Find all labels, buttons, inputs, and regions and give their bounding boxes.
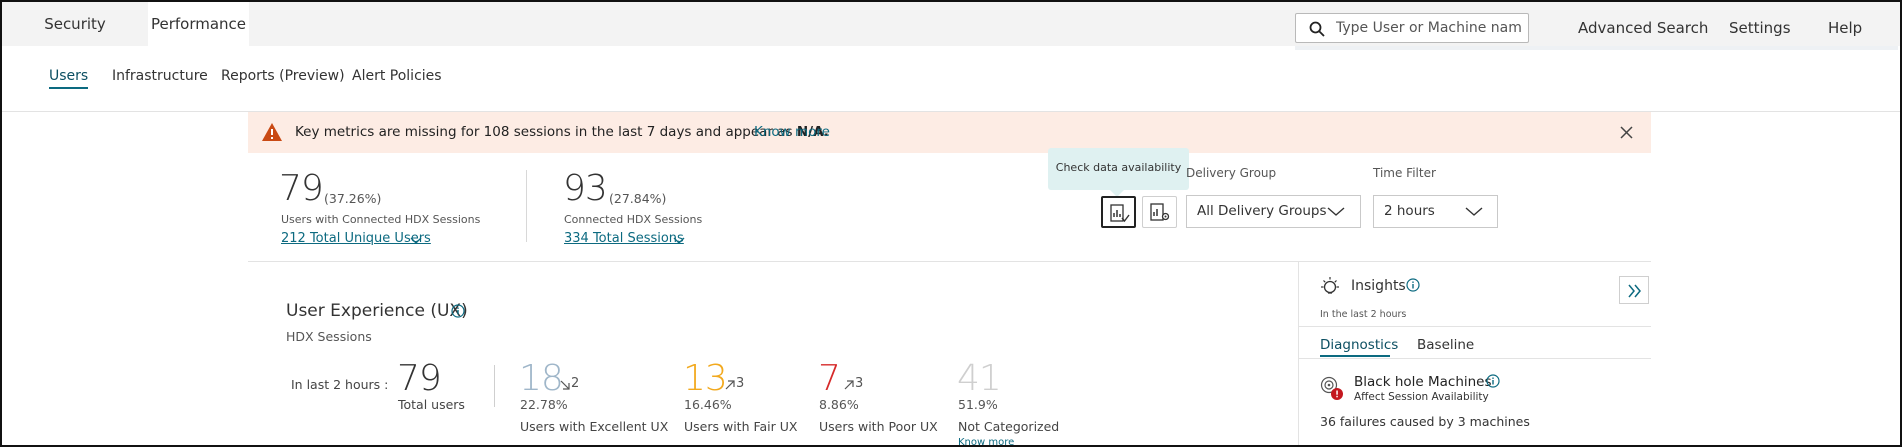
tab-diagnostics[interactable]: Diagnostics xyxy=(1320,337,1398,353)
ux-poor-value: 7 xyxy=(818,358,841,399)
tab-performance[interactable]: Performance xyxy=(148,2,249,46)
chevron-down-icon[interactable] xyxy=(410,237,422,245)
ux-not-categorized-pct: 51.9% xyxy=(958,397,998,412)
time-filter-label: Time Filter xyxy=(1373,166,1436,180)
delivery-group-value: All Delivery Groups xyxy=(1197,203,1327,219)
delivery-group-label: Delivery Group xyxy=(1186,166,1277,180)
report-gear-icon xyxy=(1150,203,1170,221)
lightbulb-icon xyxy=(1321,277,1339,294)
subnav-alert-policies[interactable]: Alert Policies xyxy=(352,68,442,84)
info-icon[interactable] xyxy=(1406,278,1420,292)
ux-not-categorized-label: Not Categorized xyxy=(958,419,1060,434)
report-settings-button[interactable] xyxy=(1142,196,1177,228)
ux-period-label: In last 2 hours : xyxy=(291,377,389,392)
total-unique-users-link[interactable]: 212 Total Unique Users xyxy=(281,231,431,246)
sessions-pct: (27.84%) xyxy=(609,191,667,206)
ux-not-categorized-value: 41 xyxy=(957,358,1002,399)
subnav-users[interactable]: Users xyxy=(49,68,89,89)
insights-subtitle: In the last 2 hours xyxy=(1320,309,1407,320)
black-hole-detail: 36 failures caused by 3 machines xyxy=(1320,414,1530,429)
users-label: Users with Connected HDX Sessions xyxy=(281,213,481,226)
arrow-down-right-icon xyxy=(560,380,570,390)
alert-message: Key metrics are missing for 108 sessions… xyxy=(295,124,829,140)
black-hole-machine-icon xyxy=(1320,376,1343,400)
ux-subtitle: HDX Sessions xyxy=(286,329,372,344)
alert-know-more-link[interactable]: Know more xyxy=(754,124,830,140)
users-pct: (37.26%) xyxy=(324,191,382,206)
info-icon[interactable] xyxy=(1486,374,1500,388)
insights-divider xyxy=(1298,326,1651,327)
search-icon xyxy=(1309,21,1325,37)
sessions-label: Connected HDX Sessions xyxy=(564,213,703,226)
tab-diagnostics-indicator xyxy=(1320,355,1390,357)
ux-fair-value: 13 xyxy=(683,358,728,399)
search-underline xyxy=(1295,46,1898,50)
chevron-down-icon[interactable] xyxy=(673,237,685,245)
check-data-availability-button[interactable] xyxy=(1101,196,1136,228)
ux-fair-label: Users with Fair UX xyxy=(684,419,798,434)
ux-fair-pct: 16.46% xyxy=(684,397,732,412)
ux-fair-delta: 3 xyxy=(736,376,745,391)
tab-baseline[interactable]: Baseline xyxy=(1417,337,1474,353)
ux-excellent-value: 18 xyxy=(519,358,564,399)
settings-link[interactable]: Settings xyxy=(1729,2,1791,46)
ux-total-value: 79 xyxy=(397,358,442,399)
subnav-reports[interactable]: Reports (Preview) xyxy=(221,68,345,84)
ux-poor-delta: 3 xyxy=(855,376,864,391)
sessions-count: 93 xyxy=(563,168,608,209)
chevron-down-icon xyxy=(1327,207,1345,216)
chevron-down-icon xyxy=(1465,207,1483,216)
users-count: 79 xyxy=(279,168,324,209)
ux-divider xyxy=(494,365,495,407)
time-filter-dropdown[interactable]: 2 hours xyxy=(1373,195,1498,228)
top-bar: Security Performance Advanced Search Set… xyxy=(2,2,1900,46)
arrow-up-right-icon xyxy=(725,380,735,390)
arrow-up-right-icon xyxy=(844,380,854,390)
insights-title: Insights xyxy=(1351,278,1406,294)
black-hole-title[interactable]: Black hole Machines xyxy=(1354,374,1492,390)
close-icon[interactable] xyxy=(1620,126,1633,139)
insights-tabs-divider xyxy=(1298,358,1651,359)
report-check-icon xyxy=(1110,204,1130,223)
ux-poor-label: Users with Poor UX xyxy=(819,419,938,434)
info-icon[interactable] xyxy=(451,304,465,318)
stats-divider xyxy=(526,170,527,242)
ux-excellent-delta: 2 xyxy=(571,376,580,391)
advanced-search-link[interactable]: Advanced Search xyxy=(1578,2,1708,46)
warning-icon xyxy=(262,123,282,141)
data-availability-tooltip: Check data availability xyxy=(1048,148,1189,197)
total-sessions-link[interactable]: 334 Total Sessions xyxy=(564,231,684,246)
search-input[interactable] xyxy=(1336,18,1521,38)
tab-security[interactable]: Security xyxy=(2,2,148,46)
ux-total-label: Total users xyxy=(398,397,465,412)
time-filter-value: 2 hours xyxy=(1384,203,1435,219)
ux-title: User Experience (UX) xyxy=(286,301,468,321)
ux-know-more-link[interactable]: Know more xyxy=(958,437,1014,447)
delivery-group-dropdown[interactable]: All Delivery Groups xyxy=(1186,195,1361,228)
expand-insights-button[interactable] xyxy=(1619,276,1649,304)
ux-poor-pct: 8.86% xyxy=(819,397,859,412)
ux-excellent-pct: 22.78% xyxy=(520,397,568,412)
double-chevron-right-icon xyxy=(1628,284,1641,298)
search-box xyxy=(1295,13,1529,43)
help-link[interactable]: Help xyxy=(1828,2,1862,46)
ux-excellent-label: Users with Excellent UX xyxy=(520,419,669,434)
subnav-infrastructure[interactable]: Infrastructure xyxy=(112,68,208,84)
alert-banner: Key metrics are missing for 108 sessions… xyxy=(248,112,1651,153)
black-hole-subtitle: Affect Session Availability xyxy=(1354,391,1489,403)
